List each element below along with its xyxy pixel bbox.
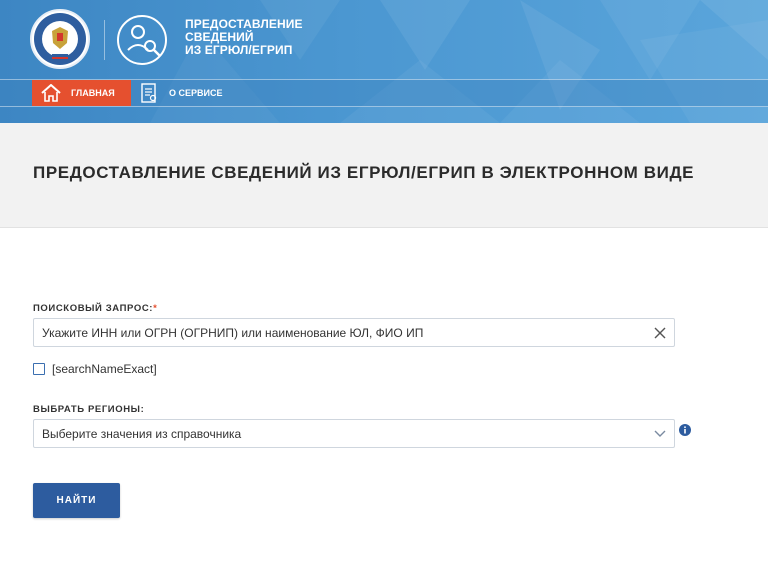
exact-name-checkbox-label: [searchNameExact]	[52, 362, 157, 376]
search-query-label-text: ПОИСКОВЫЙ ЗАПРОС:	[33, 303, 154, 314]
fns-emblem-icon[interactable]	[30, 9, 90, 69]
nav-item-about-label: О СЕРВИСЕ	[169, 88, 223, 98]
search-input[interactable]	[42, 320, 642, 345]
nav-item-home[interactable]: ГЛАВНАЯ	[32, 80, 131, 106]
required-mark: *	[153, 303, 158, 314]
service-title-line: ИЗ ЕГРЮЛ/ЕГРИП	[185, 43, 293, 57]
regions-label: ВЫБРАТЬ РЕГИОНЫ:	[33, 404, 145, 415]
exact-name-option[interactable]: [searchNameExact]	[33, 362, 157, 376]
search-query-field[interactable]	[33, 318, 675, 347]
search-query-label: ПОИСКОВЫЙ ЗАПРОС:*	[33, 303, 157, 314]
home-icon	[41, 84, 61, 102]
chevron-down-icon[interactable]	[654, 430, 666, 438]
info-icon[interactable]	[679, 424, 691, 436]
document-icon	[141, 83, 157, 103]
page-title: ПРЕДОСТАВЛЕНИЕ СВЕДЕНИЙ ИЗ ЕГРЮЛ/ЕГРИП В…	[33, 163, 695, 182]
logo-divider	[104, 20, 105, 60]
main-nav: ГЛАВНАЯ О СЕРВИСЕ	[0, 79, 768, 107]
nav-item-about[interactable]: О СЕРВИСЕ	[140, 80, 222, 106]
exact-name-checkbox[interactable]	[33, 363, 45, 375]
site-header: ПРЕДОСТАВЛЕНИЕ СВЕДЕНИЙ ИЗ ЕГРЮЛ/ЕГРИП Г…	[0, 0, 768, 123]
regions-select[interactable]: Выберите значения из справочника	[33, 419, 675, 448]
service-title: ПРЕДОСТАВЛЕНИЕ СВЕДЕНИЙ ИЗ ЕГРЮЛ/ЕГРИП	[185, 18, 303, 57]
service-inspector-icon	[117, 15, 167, 65]
search-button[interactable]: НАЙТИ	[33, 483, 120, 518]
regions-select-placeholder: Выберите значения из справочника	[42, 426, 242, 441]
close-icon[interactable]	[654, 327, 666, 339]
nav-item-home-label: ГЛАВНАЯ	[71, 88, 115, 98]
